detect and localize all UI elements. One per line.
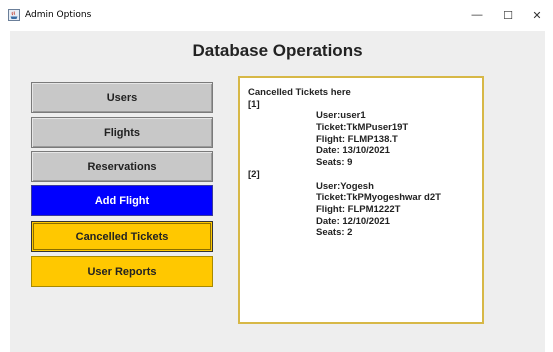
add-flight-button[interactable]: Add Flight (31, 185, 213, 216)
cancelled-tickets-panel: Cancelled Tickets here [1] User:user1 Ti… (238, 76, 484, 324)
reservations-button[interactable]: Reservations (31, 151, 213, 182)
flights-button[interactable]: Flights (31, 117, 213, 148)
ticket-id: Ticket:TkPMyogeshwar d2T (316, 192, 441, 204)
title-bar: Admin Options — ☐ ✕ (0, 0, 553, 31)
user-reports-button[interactable]: User Reports (31, 256, 213, 287)
maximize-button[interactable]: ☐ (494, 5, 522, 25)
panel-header: Cancelled Tickets here (248, 87, 351, 98)
ticket-seats: Seats: 9 (316, 157, 353, 169)
page-title: Database Operations (192, 41, 363, 60)
ticket-flight: Flight: FLMP138.T (316, 133, 398, 145)
ticket-date: Date: 13/10/2021 (316, 145, 390, 157)
ticket-index: [2] (248, 168, 260, 180)
close-button[interactable]: ✕ (523, 5, 551, 25)
ticket-user: User:Yogesh (316, 180, 374, 192)
cancelled-tickets-button[interactable]: Cancelled Tickets (31, 221, 213, 252)
ticket-date: Date: 12/10/2021 (316, 215, 390, 227)
ticket-user: User:user1 (316, 110, 366, 122)
java-app-icon (8, 9, 20, 21)
users-button[interactable]: Users (31, 82, 213, 113)
main-content: Database Operations Users Flights Reserv… (10, 31, 545, 352)
minimize-button[interactable]: — (463, 5, 491, 25)
ticket-seats: Seats: 2 (316, 227, 353, 239)
ticket-flight: Flight: FLPM1222T (316, 203, 401, 215)
ticket-id: Ticket:TkMPuser19T (316, 122, 409, 134)
window-title: Admin Options (25, 10, 92, 20)
ticket-index: [1] (248, 98, 260, 110)
